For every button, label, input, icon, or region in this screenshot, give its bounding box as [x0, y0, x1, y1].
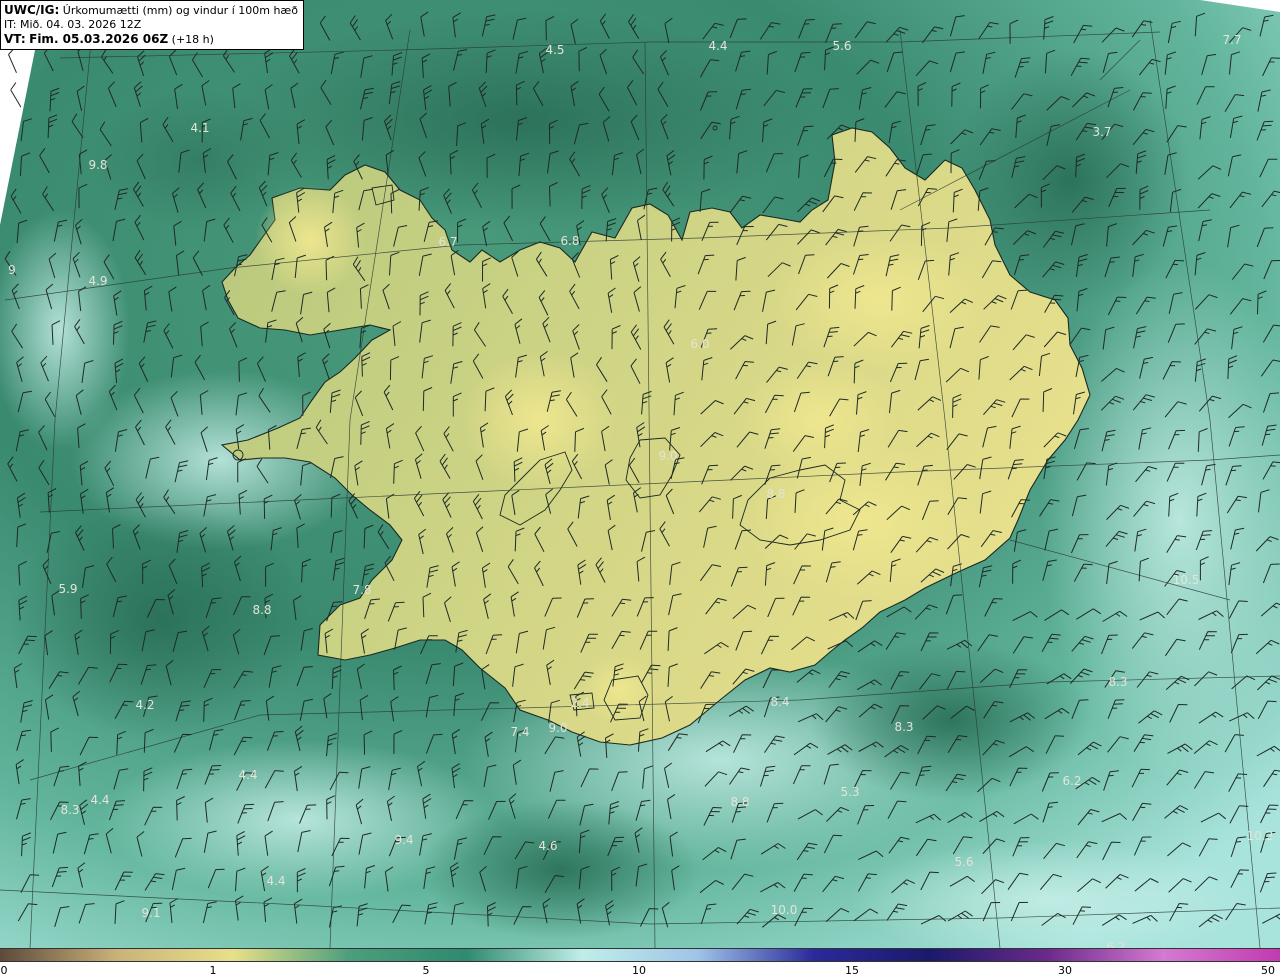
init-time: IT: Mið. 04. 03. 2026 12Z	[4, 18, 142, 31]
value-label: 7.4	[510, 725, 529, 739]
colorbar-tick: 1	[209, 964, 217, 977]
value-label: 9	[8, 263, 16, 277]
value-label: 4.4	[238, 768, 257, 782]
value-label: 7.7	[1222, 33, 1241, 47]
valid-prefix: VT:	[4, 32, 26, 46]
value-label: 9.1	[141, 906, 160, 920]
colorbar-tick: 30	[1058, 964, 1072, 977]
colorbar: 0 1 5 10 15 30 50	[0, 948, 1280, 978]
value-label: 8.8	[252, 603, 271, 617]
value-label: 7.8	[352, 583, 371, 597]
value-label: 4.4	[266, 874, 285, 888]
value-label: 6.2	[1106, 940, 1125, 948]
value-label: 8.3	[60, 803, 79, 817]
value-label: 6.7	[438, 235, 457, 249]
value-label: 6.0	[690, 337, 709, 351]
colorbar-tick: 10	[632, 964, 646, 977]
colorbar-tick: 15	[845, 964, 859, 977]
title-line: UWC/IG: Úrkomumætti (mm) og vindur í 100…	[4, 3, 300, 18]
map-legend-header: UWC/IG: Úrkomumætti (mm) og vindur í 100…	[0, 0, 304, 50]
value-label: 8.8	[766, 487, 785, 501]
value-label: 10.2	[1247, 829, 1274, 843]
value-label: 4.9	[88, 274, 107, 288]
value-label: 4.2	[135, 698, 154, 712]
value-label: 8.8	[730, 795, 749, 809]
colorbar-tick: 50	[1261, 964, 1275, 977]
value-label: 8.4	[770, 695, 789, 709]
value-label: 4.6	[538, 839, 557, 853]
product-description: Úrkomumætti (mm) og vindur í 100m hæð	[62, 4, 298, 17]
forecast-offset: (+18 h)	[171, 33, 214, 46]
value-label: 2.4	[570, 696, 589, 710]
value-label: 4.5	[545, 43, 564, 57]
value-label: 6.2	[1062, 774, 1081, 788]
value-label: 4.4	[708, 39, 727, 53]
colorbar-tick: 5	[422, 964, 430, 977]
value-label: 8.3	[894, 720, 913, 734]
value-label: 9.0	[548, 721, 567, 735]
value-label: 9.4	[394, 833, 413, 847]
weather-map: 4.5 4.4 5.6 3.7 4.1 9.8 6.7 6.8 4.9 9 6.0 5.9 7.8 8.8…	[0, 0, 1280, 948]
valid-time: Fim. 05.03.2026 06Z	[29, 32, 169, 46]
value-label: 6.8	[560, 234, 579, 248]
value-label: 5.9	[58, 582, 77, 596]
value-label: 9.0	[658, 449, 677, 463]
value-label: 10.5	[1173, 573, 1200, 587]
valid-time-line: VT: Fim. 05.03.2026 06Z (+18 h)	[4, 32, 300, 47]
value-label: 8.3	[1108, 675, 1127, 689]
value-label: 4.4	[90, 793, 109, 807]
value-label: 9.8	[88, 158, 107, 172]
value-label: 5.3	[840, 785, 859, 799]
value-label: 10.0	[771, 903, 798, 917]
value-label: 5.6	[954, 855, 973, 869]
colorbar-strip	[0, 948, 1280, 962]
colorbar-tick: 0	[0, 964, 8, 977]
value-label: 4.1	[190, 121, 209, 135]
value-label: 3.7	[1092, 125, 1111, 139]
value-label: 5.6	[832, 39, 851, 53]
product-code: UWC/IG:	[4, 3, 60, 17]
